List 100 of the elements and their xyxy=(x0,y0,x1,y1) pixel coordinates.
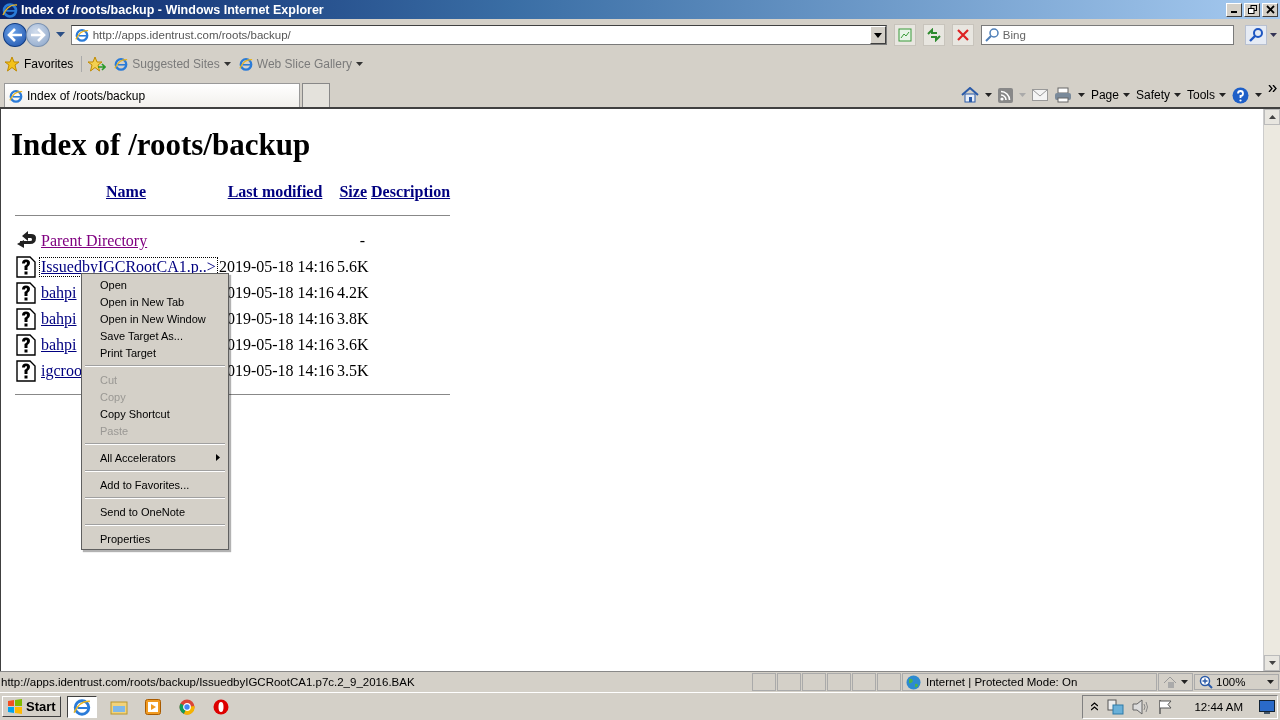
command-menu[interactable]: Safety xyxy=(1135,88,1181,102)
close-icon xyxy=(1265,5,1275,14)
zoom-icon xyxy=(1199,675,1213,689)
caret-icon xyxy=(223,62,231,66)
dropdown-button[interactable] xyxy=(870,26,887,44)
submenu-arrow-icon xyxy=(216,454,220,461)
folder-icon xyxy=(109,698,128,715)
scroll-up-button[interactable] xyxy=(1264,109,1280,125)
chevron-up-icon[interactable] xyxy=(1091,702,1099,711)
scrollbar[interactable] xyxy=(1263,109,1280,671)
file-link[interactable]: igcroo xyxy=(39,361,84,381)
ie-logo-icon xyxy=(2,1,18,18)
window-title: Index of /roots/backup - Windows Internet Explorer xyxy=(21,2,324,17)
menu-item[interactable]: Open in New Window xyxy=(84,310,226,327)
caret-icon xyxy=(1122,93,1130,97)
lock-icon xyxy=(1163,675,1177,689)
page-icon xyxy=(114,57,129,71)
windows-logo-icon xyxy=(7,699,23,714)
dropdown-icon[interactable] xyxy=(984,93,992,97)
menu-item[interactable]: Open xyxy=(84,276,226,293)
modified-date: 2019-05-18 14:16 xyxy=(217,258,335,276)
menu-item[interactable]: Properties xyxy=(84,530,226,547)
status-pane xyxy=(802,673,826,691)
down-arrow-icon xyxy=(1268,661,1276,665)
status-pane xyxy=(777,673,801,691)
address-bar[interactable]: http://apps.identrust.com/roots/backup/ xyxy=(70,25,888,45)
status-text: http://apps.identrust.com/roots/backup/IssuedbyIGCRootCA1.p7c.2_9_2016.BAK xyxy=(0,676,416,688)
back-arrow-icon xyxy=(16,231,38,251)
file-link[interactable]: bahpi xyxy=(39,335,79,355)
command-menu[interactable]: Page xyxy=(1090,88,1130,102)
search-box[interactable]: Bing xyxy=(980,25,1235,45)
help-icon[interactable] xyxy=(1232,86,1249,104)
dropdown-icon[interactable] xyxy=(1270,33,1278,37)
opera-icon xyxy=(212,698,229,715)
unknown-file-icon xyxy=(16,308,36,330)
column-header-link[interactable]: Description xyxy=(371,183,451,205)
home-icon[interactable] xyxy=(960,87,979,103)
unknown-file-icon xyxy=(16,256,36,278)
caret-icon xyxy=(1181,680,1188,684)
file-link[interactable]: bahpi xyxy=(39,283,79,303)
up-arrow-icon xyxy=(1268,115,1276,119)
file-link[interactable]: bahpi xyxy=(39,309,79,329)
restore-button[interactable] xyxy=(1244,2,1260,17)
start-button[interactable]: Start xyxy=(2,696,61,717)
clock: 12:44 AM xyxy=(1194,700,1243,713)
caret-icon xyxy=(1174,93,1181,97)
security-zone: Internet | Protected Mode: On xyxy=(926,676,1078,688)
favorites-button[interactable]: Favorites xyxy=(4,56,83,72)
caret-icon xyxy=(1219,93,1226,97)
browser-tab[interactable]: Index of /roots/backup xyxy=(4,83,300,107)
restore-icon xyxy=(1247,5,1257,14)
star-icon xyxy=(4,56,20,72)
chevron-icon[interactable] xyxy=(1268,85,1277,92)
unknown-file-icon xyxy=(16,360,36,382)
caret-icon xyxy=(355,62,363,66)
network-icon[interactable] xyxy=(1106,698,1125,715)
close-button[interactable] xyxy=(1262,2,1278,17)
minimize-button[interactable] xyxy=(1226,2,1242,17)
file-link[interactable]: Parent Directory xyxy=(39,231,150,251)
page-icon xyxy=(74,28,89,42)
chrome-icon xyxy=(178,698,195,715)
dropdown-icon xyxy=(874,32,883,38)
menu-item[interactable]: All Accelerators xyxy=(84,449,226,466)
zoom-button[interactable]: 100% xyxy=(1194,674,1279,690)
modified-date: 019-05-18 14:16 xyxy=(225,284,335,302)
browser-icon xyxy=(72,697,91,716)
menu-item[interactable]: Add to Favorites... xyxy=(84,476,226,493)
left-arrow-icon xyxy=(6,28,23,42)
menu-item[interactable]: Send to OneNote xyxy=(84,503,226,520)
search-button[interactable] xyxy=(1245,25,1268,45)
unknown-file-icon xyxy=(16,334,36,356)
security-button[interactable] xyxy=(1158,673,1193,691)
command-menu[interactable]: Tools xyxy=(1187,88,1226,102)
flag-icon[interactable] xyxy=(1158,698,1175,715)
scroll-down-button[interactable] xyxy=(1264,655,1280,671)
status-pane xyxy=(827,673,851,691)
stop-icon[interactable] xyxy=(952,24,974,46)
menu-item[interactable]: Print Target xyxy=(84,344,226,361)
new-tab-button[interactable] xyxy=(302,83,330,107)
column-header-link[interactable]: Name xyxy=(39,183,213,205)
column-header-link[interactable]: Last modified xyxy=(213,183,337,205)
feed-icon[interactable] xyxy=(997,87,1013,103)
menu-item[interactable]: Open in New Tab xyxy=(84,293,226,310)
back-button[interactable] xyxy=(3,23,27,47)
dropdown-icon[interactable] xyxy=(55,32,65,38)
column-header-link[interactable]: Size xyxy=(337,183,367,205)
printer-icon[interactable] xyxy=(1053,87,1072,103)
refresh-icon[interactable] xyxy=(923,24,945,46)
menu-item[interactable]: Copy Shortcut xyxy=(84,405,226,422)
taskbar-app[interactable] xyxy=(66,695,97,718)
show-desktop-icon[interactable] xyxy=(1259,699,1275,714)
mail-icon[interactable] xyxy=(1031,89,1048,101)
forward-button[interactable] xyxy=(25,23,50,47)
speaker-icon[interactable] xyxy=(1132,698,1151,715)
modified-date: 019-05-18 14:16 xyxy=(225,336,335,354)
menu-item[interactable]: Save Target As... xyxy=(84,327,226,344)
dropdown-icon[interactable] xyxy=(1077,93,1085,97)
search-icon xyxy=(984,28,999,42)
dropdown-icon[interactable] xyxy=(1255,93,1262,97)
caret-icon xyxy=(1267,680,1274,684)
